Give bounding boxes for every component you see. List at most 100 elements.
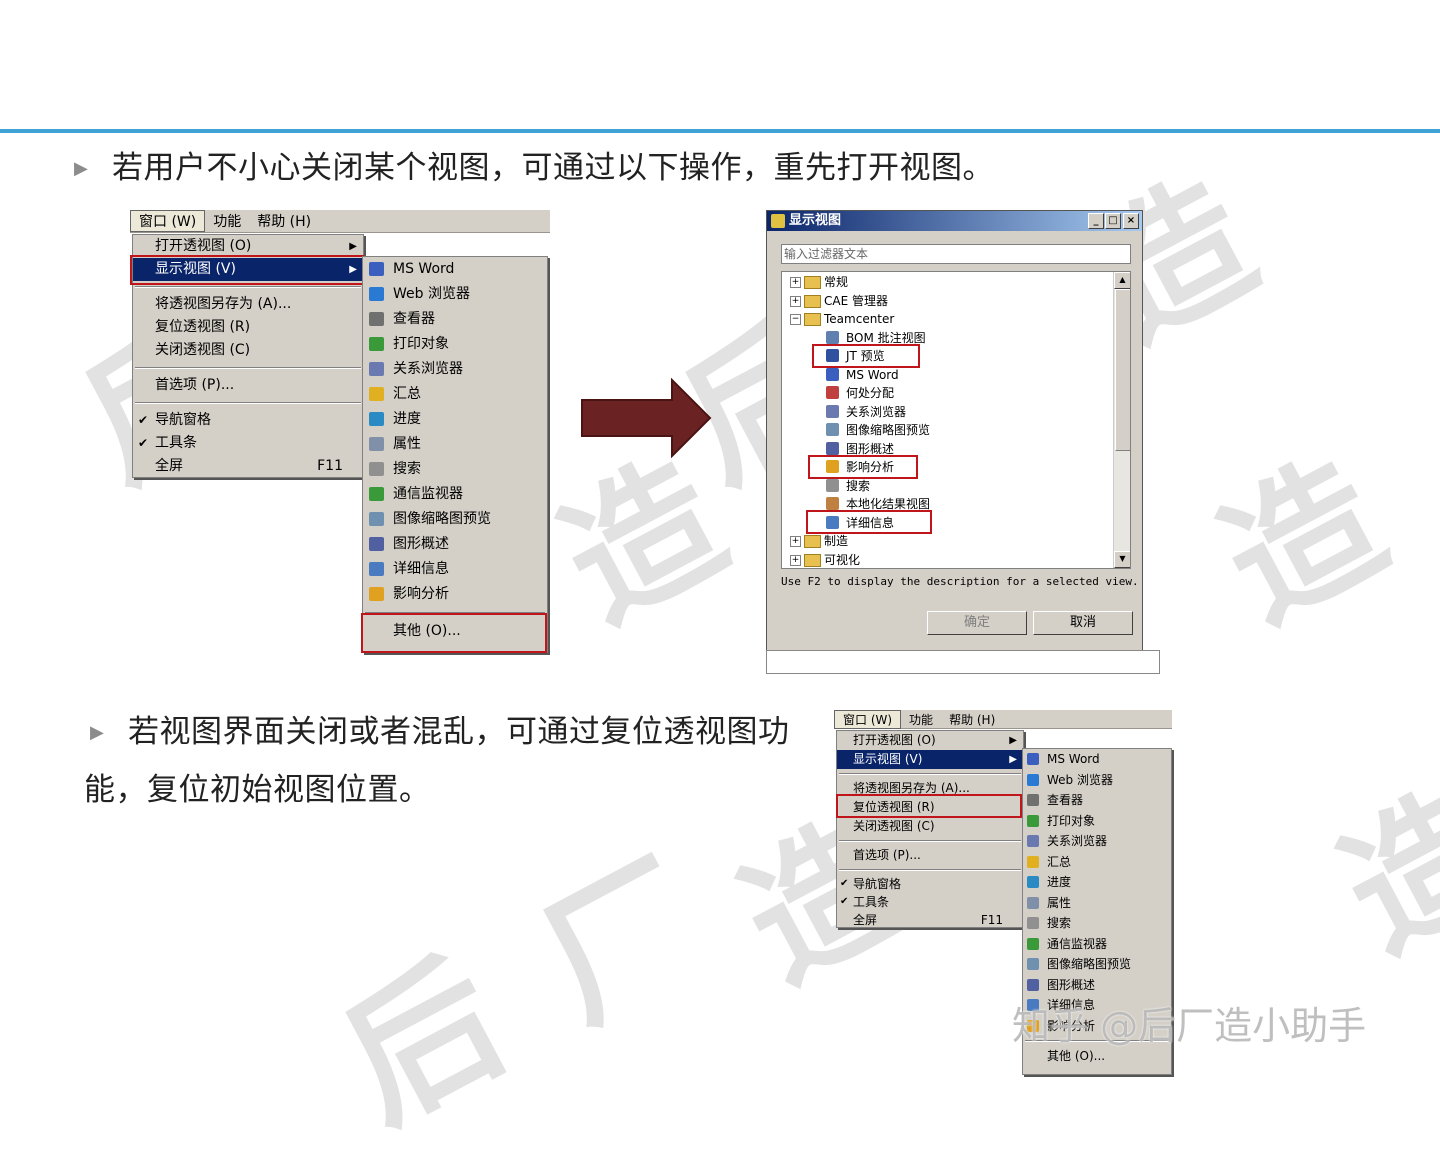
cancel-button[interactable]: 取消 (1033, 611, 1133, 635)
submenu-item-label: 打印对象 (393, 336, 449, 352)
menu-window[interactable]: 窗口 (W) (130, 210, 206, 232)
tree-item-label: MS Word (846, 367, 899, 382)
expand-toggle-icon[interactable]: + (790, 295, 801, 307)
submenu-item[interactable]: 搜索 (363, 457, 547, 482)
submenu-item[interactable]: 通信监视器 (363, 482, 547, 507)
tree-folder[interactable]: − Teamcenter (782, 310, 1112, 328)
submenu-item-label: 关系浏览器 (1047, 834, 1108, 848)
submenu-item-label: 通信监视器 (393, 486, 463, 502)
view-icon (1027, 773, 1039, 786)
submenu-item[interactable]: 通信监视器 (1023, 934, 1171, 955)
folder-icon (804, 313, 821, 326)
submenu-item-label: 通信监视器 (1047, 936, 1108, 951)
tree-item[interactable]: 搜索 (782, 477, 1112, 495)
view-icon (1027, 814, 1039, 827)
check-icon: ✔ (138, 413, 149, 427)
menu-item-save-perspective[interactable]: 将透视图另存为 (A)... (133, 293, 363, 316)
submenu-item[interactable]: 打印对象 (363, 332, 547, 357)
menu-function[interactable]: 功能 (205, 211, 249, 231)
menu-item-reset-perspective[interactable]: 复位透视图 (R) (133, 316, 363, 339)
submenu-item[interactable]: MS Word (363, 257, 547, 282)
scroll-down-button[interactable]: ▼ (1114, 551, 1130, 568)
menu-window[interactable]: 窗口 (W) (834, 709, 902, 729)
submenu-item[interactable]: 关系浏览器 (363, 357, 547, 382)
submenu-item-label: 查看器 (393, 311, 435, 327)
menu-item-close-perspective[interactable]: 关闭透视图 (C) (133, 339, 363, 362)
menu-item-toolbar[interactable]: ✔ 工具条 (133, 432, 363, 455)
filter-input[interactable]: 输入过滤器文本 (781, 244, 1131, 264)
view-icon (369, 512, 384, 526)
tree-item[interactable]: 何处分配 (782, 384, 1112, 402)
submenu-item[interactable]: Web 浏览器 (363, 282, 547, 307)
view-icon (826, 330, 839, 344)
submenu-item[interactable]: 影响分析 (363, 582, 547, 607)
expand-toggle-icon[interactable]: + (790, 277, 801, 288)
view-icon (369, 587, 384, 601)
submenu-item-label: 图像缩略图预览 (393, 511, 491, 527)
view-icon (1027, 958, 1039, 970)
menu-item-show-view[interactable]: 显示视图 (V) ▶ (837, 750, 1023, 769)
menu-item-preferences[interactable]: 首选项 (P)... (133, 374, 363, 397)
menu-item-navigation-pane[interactable]: ✔ 导航窗格 (837, 875, 1023, 893)
submenu-item[interactable]: 图形概述 (1023, 975, 1171, 996)
tree-folder[interactable]: + 可视化 (782, 551, 1112, 569)
menu-item-fullscreen[interactable]: 全屏 F11 (133, 455, 363, 478)
view-icon (826, 478, 839, 492)
tree-scrollbar[interactable]: ▲ ▼ (1113, 272, 1130, 568)
menu-item-preferences[interactable]: 首选项 (P)... (837, 846, 1023, 865)
tree-folder[interactable]: + CAE 管理器 (782, 292, 1112, 310)
scroll-up-button[interactable]: ▲ (1114, 272, 1130, 289)
expand-toggle-icon[interactable]: − (790, 314, 801, 325)
maximize-button[interactable]: □ (1105, 213, 1121, 229)
submenu-item[interactable]: 查看器 (1023, 790, 1171, 811)
expand-toggle-icon[interactable]: + (790, 536, 801, 547)
submenu-item[interactable]: MS Word (1023, 749, 1171, 770)
close-button[interactable]: × (1123, 213, 1139, 229)
menu-help[interactable]: 帮助 (H) (941, 711, 1003, 728)
view-icon (369, 537, 384, 551)
submenu-item-label: 进度 (393, 411, 421, 427)
submenu-item[interactable]: 进度 (363, 407, 547, 432)
scroll-thumb[interactable] (1115, 289, 1130, 451)
expand-toggle-icon[interactable]: + (790, 554, 801, 566)
submenu-item[interactable]: 汇总 (363, 382, 547, 407)
minimize-button[interactable]: _ (1088, 213, 1104, 229)
view-icon (1027, 978, 1039, 991)
submenu-item[interactable]: 打印对象 (1023, 811, 1171, 832)
highlight-box (836, 794, 1022, 818)
paragraph-2-line-1: 若视图界面关闭或者混乱，可通过复位透视图功 (128, 714, 790, 750)
submenu-item[interactable]: 图像缩略图预览 (363, 507, 547, 532)
view-icon (369, 487, 384, 501)
ok-button[interactable]: 确定 (927, 611, 1027, 635)
submenu-item[interactable]: 图形概述 (363, 532, 547, 557)
menu-item-fullscreen[interactable]: 全屏 F11 (837, 911, 1023, 929)
tree-folder[interactable]: + 常规 (782, 273, 1112, 291)
bullet-marker: ▶ (90, 722, 104, 743)
window-menu: 打开透视图 (O) ▶ 显示视图 (V) ▶ 将透视图另存为 (A)... 复位透视… (836, 730, 1024, 928)
tree-folder[interactable]: + 制造 (782, 532, 1112, 550)
view-icon (369, 562, 384, 576)
watermark-credit: 知乎 @后厂造小助手 (1012, 1004, 1367, 1048)
submenu-items: MS Word Web 浏览器查看器打印对象关系浏览器 汇总进度属性 搜索通信监视器图… (363, 257, 547, 607)
menu-item-open-perspective[interactable]: 打开透视图 (O) ▶ (837, 731, 1023, 750)
submenu-item[interactable]: 详细信息 (363, 557, 547, 582)
submenu-item[interactable]: 图像缩略图预览 (1023, 954, 1171, 975)
tree-item[interactable]: MS Word (782, 366, 1112, 384)
submenu-item[interactable]: 属性 (363, 432, 547, 457)
menu-function[interactable]: 功能 (901, 711, 941, 728)
tree-item[interactable]: 关系浏览器 (782, 403, 1112, 421)
submenu-item[interactable]: 属性 (1023, 893, 1171, 914)
menu-help[interactable]: 帮助 (H) (249, 211, 319, 231)
menu-separator (135, 367, 361, 369)
submenu-item[interactable]: Web 浏览器 (1023, 770, 1171, 791)
submenu-item[interactable]: 关系浏览器 (1023, 831, 1171, 852)
app-icon (771, 214, 785, 228)
menu-item-toolbar[interactable]: ✔ 工具条 (837, 893, 1023, 911)
tree-item[interactable]: 图像缩略图预览 (782, 421, 1112, 439)
submenu-item[interactable]: 搜索 (1023, 913, 1171, 934)
submenu-item[interactable]: 查看器 (363, 307, 547, 332)
menu-item-navigation-pane[interactable]: ✔ 导航窗格 (133, 409, 363, 432)
submenu-item[interactable]: 汇总 (1023, 852, 1171, 873)
submenu-item[interactable]: 进度 (1023, 872, 1171, 893)
menu-item-close-perspective[interactable]: 关闭透视图 (C) (837, 817, 1023, 836)
